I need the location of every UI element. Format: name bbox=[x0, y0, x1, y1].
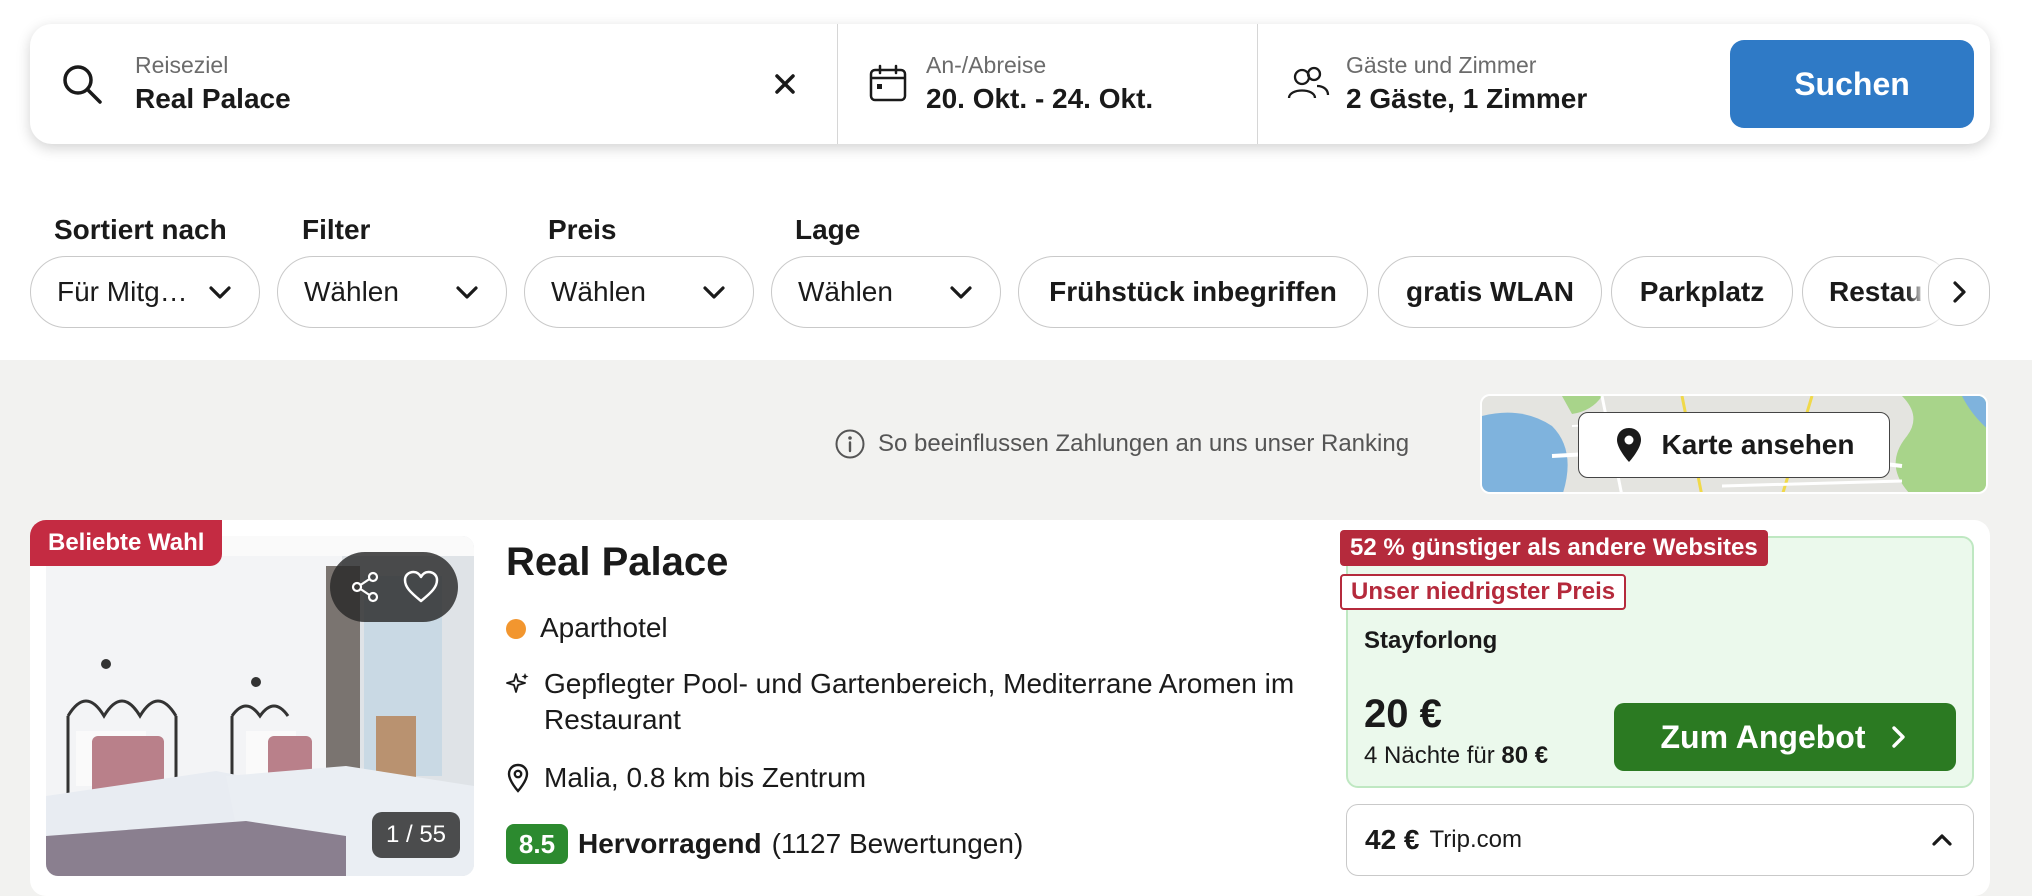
rating-score: 8.5 bbox=[506, 824, 568, 864]
chevron-right-icon bbox=[1953, 281, 1966, 303]
deal-price: 20 € bbox=[1364, 692, 1442, 736]
ranking-note-text: So beeinflussen Zahlungen an uns unser R… bbox=[878, 430, 1410, 457]
photo-actions bbox=[330, 552, 458, 622]
sort-label: Sortiert nach bbox=[54, 214, 227, 245]
chevron-down-icon bbox=[209, 286, 231, 299]
nights-prefix: 4 Nächte für bbox=[1364, 742, 1495, 769]
nights-total: 4 Nächte für 80 € bbox=[1364, 742, 1548, 770]
chevron-down-icon bbox=[456, 286, 478, 299]
alternative-offer[interactable]: 42 € Trip.com bbox=[1346, 804, 1974, 876]
price-dropdown[interactable]: Wählen bbox=[524, 256, 754, 328]
popular-badge: Beliebte Wahl bbox=[30, 520, 223, 566]
lowest-price-badge: Unser niedrigster Preis bbox=[1340, 574, 1627, 610]
dates-text: An-/Abreise 20. Okt. - 24. Okt. bbox=[926, 50, 1153, 118]
destination-field[interactable]: Reiseziel Real Palace bbox=[30, 24, 838, 144]
guests-label: Gäste und Zimmer bbox=[1346, 52, 1537, 78]
share-icon[interactable] bbox=[348, 570, 382, 604]
guests-text: Gäste und Zimmer 2 Gäste, 1 Zimmer bbox=[1346, 50, 1587, 118]
alt-offer-provider: Trip.com bbox=[1429, 826, 1522, 853]
map-pin-icon bbox=[1616, 428, 1641, 462]
chevron-down-icon bbox=[703, 286, 725, 299]
clear-icon[interactable] bbox=[769, 68, 801, 100]
search-bar: Reiseziel Real Palace An-/Abreise 20. Ok… bbox=[30, 24, 1990, 144]
chevron-right-icon bbox=[1891, 726, 1905, 748]
hotel-name[interactable]: Real Palace bbox=[506, 540, 728, 585]
hotel-type-dot bbox=[506, 619, 526, 639]
dates-label: An-/Abreise bbox=[926, 52, 1047, 78]
review-count: (1127 Bewertungen) bbox=[771, 828, 1024, 859]
chevron-down-icon bbox=[950, 286, 972, 299]
price-label: Preis bbox=[548, 214, 617, 245]
location-pin-icon bbox=[507, 763, 529, 793]
guests-field[interactable]: Gäste und Zimmer 2 Gäste, 1 Zimmer bbox=[1258, 24, 1728, 144]
location-value: Wählen bbox=[798, 276, 893, 307]
nights-total-price: 80 € bbox=[1501, 742, 1549, 769]
sparkle-icon bbox=[506, 673, 529, 693]
location-dropdown[interactable]: Wählen bbox=[771, 256, 1001, 328]
dates-value: 20. Okt. - 24. Okt. bbox=[926, 83, 1154, 114]
price-value: Wählen bbox=[551, 276, 646, 307]
deal-provider: Stayforlong bbox=[1364, 627, 1498, 654]
dates-field[interactable]: An-/Abreise 20. Okt. - 24. Okt. bbox=[838, 24, 1258, 144]
guests-value: 2 Gäste, 1 Zimmer bbox=[1346, 83, 1588, 114]
location-label: Lage bbox=[795, 214, 861, 245]
scroll-right-button[interactable] bbox=[1928, 258, 1990, 326]
offer-button-label: Zum Angebot bbox=[1660, 718, 1866, 755]
sort-dropdown[interactable]: Für Mitg… bbox=[30, 256, 260, 328]
destination-input[interactable]: Real Palace bbox=[135, 80, 291, 118]
photo-count: 1 / 55 bbox=[372, 812, 460, 858]
map-button[interactable]: Karte ansehen bbox=[1578, 412, 1890, 478]
chip-parking[interactable]: Parkplatz bbox=[1611, 256, 1793, 328]
filter-label: Filter bbox=[302, 214, 371, 245]
highlights-line-1: Gepflegter Pool- und Gartenbereich, Medi… bbox=[544, 668, 1295, 699]
highlights-line-2: Restaurant bbox=[544, 704, 681, 735]
heart-icon[interactable] bbox=[402, 569, 440, 605]
filter-dropdown[interactable]: Wählen bbox=[277, 256, 507, 328]
info-icon bbox=[835, 429, 865, 459]
hotel-type-row: Aparthotel bbox=[506, 610, 668, 646]
highlights-text: Gepflegter Pool- und Gartenbereich, Medi… bbox=[544, 666, 1294, 738]
chevron-up-icon[interactable] bbox=[1929, 827, 1955, 853]
sort-value: Für Mitg… bbox=[57, 276, 188, 307]
chip-breakfast[interactable]: Frühstück inbegriffen bbox=[1018, 256, 1368, 328]
location-row: Malia, 0.8 km bis Zentrum bbox=[506, 760, 866, 796]
guests-icon bbox=[1287, 66, 1330, 99]
hotel-type: Aparthotel bbox=[540, 612, 668, 643]
destination-label: Reiseziel bbox=[135, 52, 229, 78]
filter-value: Wählen bbox=[304, 276, 399, 307]
chip-wifi[interactable]: gratis WLAN bbox=[1378, 256, 1602, 328]
savings-badge: 52 % günstiger als andere Websites bbox=[1340, 530, 1768, 566]
destination-text: Reiseziel Real Palace bbox=[135, 50, 291, 118]
rating-row[interactable]: 8.5 Hervorragend (1127 Bewertungen) bbox=[506, 824, 1023, 864]
map-button-label: Karte ansehen bbox=[1661, 429, 1855, 460]
alt-offer-price: 42 € bbox=[1365, 824, 1420, 855]
search-icon bbox=[63, 65, 102, 104]
hotel-location: Malia, 0.8 km bis Zentrum bbox=[544, 762, 867, 793]
highlights-row: Gepflegter Pool- und Gartenbereich, Medi… bbox=[506, 666, 1294, 738]
search-button[interactable]: Suchen bbox=[1730, 40, 1974, 128]
rating-text: Hervorragend bbox=[578, 828, 762, 859]
calendar-icon bbox=[869, 64, 907, 102]
ranking-note[interactable]: So beeinflussen Zahlungen an uns unser R… bbox=[834, 428, 1409, 460]
offer-button[interactable]: Zum Angebot bbox=[1614, 703, 1956, 771]
